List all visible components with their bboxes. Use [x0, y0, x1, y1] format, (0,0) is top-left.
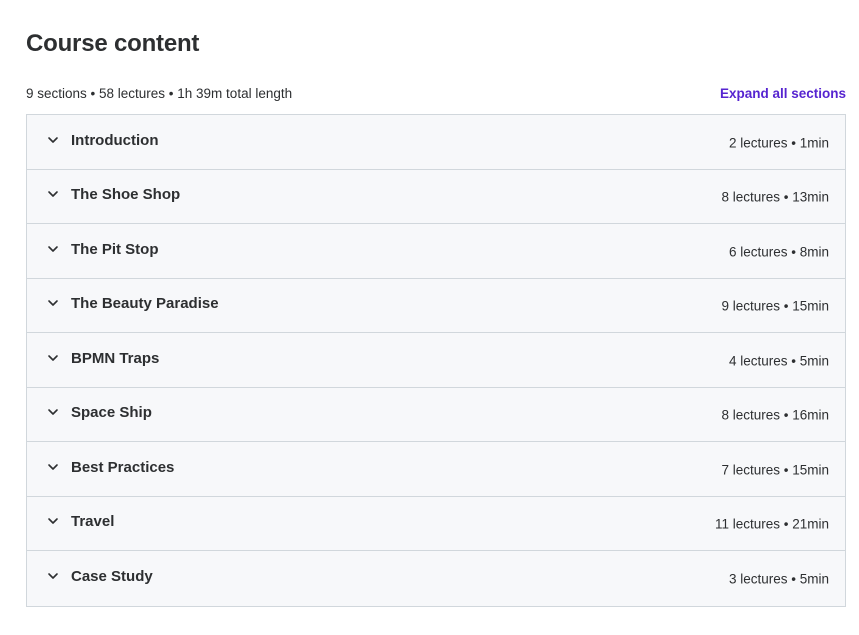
section-title: Best Practices: [71, 458, 175, 476]
section-introduction[interactable]: Introduction 2 lectures • 1min: [27, 115, 845, 170]
chevron-down-icon: [47, 570, 59, 582]
section-meta: 6 lectures • 8min: [728, 244, 829, 259]
section-best-practices[interactable]: Best Practices 7 lectures • 15min: [27, 442, 845, 497]
section-space-ship[interactable]: Space Ship 8 lectures • 16min: [27, 387, 845, 442]
chevron-down-icon: [47, 297, 59, 309]
section-list: Introduction 2 lectures • 1min The Shoe …: [26, 114, 846, 607]
section-bpmn-traps[interactable]: BPMN Traps 4 lectures • 5min: [27, 333, 845, 388]
course-summary: 9 sections • 58 lectures • 1h 39m total …: [26, 86, 293, 101]
section-meta: 4 lectures • 5min: [728, 353, 829, 368]
chevron-down-icon: [47, 243, 59, 255]
section-title: Space Ship: [71, 404, 152, 422]
section-meta: 3 lectures • 5min: [728, 571, 829, 587]
section-meta: 7 lectures • 15min: [721, 462, 829, 477]
section-title: The Beauty Paradise: [71, 295, 219, 313]
section-title: Introduction: [71, 131, 159, 149]
chevron-down-icon: [47, 461, 59, 473]
expand-all-sections-button[interactable]: Expand all sections: [720, 86, 846, 101]
section-travel[interactable]: Travel 11 lectures • 21min: [27, 496, 845, 551]
section-title: The Pit Stop: [71, 240, 159, 258]
section-case-study[interactable]: Case Study 3 lectures • 5min: [27, 551, 845, 606]
section-meta: 9 lectures • 15min: [721, 298, 829, 314]
chevron-down-icon: [47, 406, 59, 418]
section-title: Travel: [71, 513, 115, 531]
section-title: The Shoe Shop: [71, 186, 181, 204]
section-the-pit-stop[interactable]: The Pit Stop 6 lectures • 8min: [27, 224, 845, 279]
course-summary-row: 9 sections • 58 lectures • 1h 39m total …: [26, 86, 846, 104]
section-the-beauty-paradise[interactable]: The Beauty Paradise 9 lectures • 15min: [27, 278, 845, 333]
section-the-shoe-shop[interactable]: The Shoe Shop 8 lectures • 13min: [27, 169, 845, 224]
section-meta: 2 lectures • 1min: [728, 135, 829, 150]
page-title: Course content: [26, 30, 200, 57]
section-meta: 11 lectures • 21min: [714, 516, 829, 532]
section-title: Case Study: [71, 568, 153, 586]
chevron-down-icon: [47, 188, 59, 200]
chevron-down-icon: [47, 352, 59, 364]
section-meta: 8 lectures • 13min: [721, 189, 829, 205]
section-meta: 8 lectures • 16min: [721, 407, 829, 423]
chevron-down-icon: [47, 515, 59, 527]
section-title: BPMN Traps: [71, 349, 160, 367]
chevron-down-icon: [47, 134, 59, 146]
